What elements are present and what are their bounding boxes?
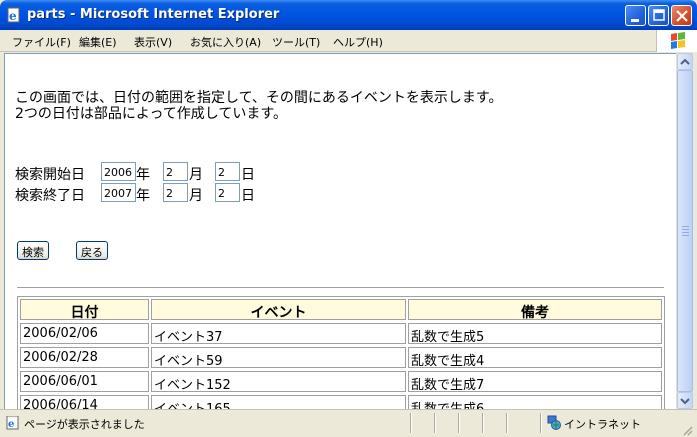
- cell-note: 乱数で生成6: [408, 395, 662, 409]
- header-event: イベント: [151, 299, 406, 320]
- intro-line-1: この画面では、日付の範囲を指定して、その間にあるイベントを表示します。: [15, 90, 503, 106]
- search-end-row: 検索終了日 2007 年 2 月 2 日: [15, 183, 275, 204]
- search-end-label: 検索終了日: [15, 188, 85, 204]
- table-row: 2006/06/14 イベント165 乱数で生成6: [18, 393, 664, 409]
- windows-flag-icon: [671, 32, 685, 49]
- maximize-button[interactable]: [648, 5, 669, 26]
- resize-grip-icon[interactable]: [681, 424, 693, 436]
- status-bar: e ページが表示されました イントラネット: [0, 409, 697, 437]
- table-row: 2006/06/01 イベント152 乱数で生成7: [18, 369, 664, 393]
- end-year-unit: 年: [136, 188, 150, 204]
- cell-event: イベント37: [151, 323, 406, 344]
- svg-text:e: e: [8, 419, 14, 430]
- menu-tools[interactable]: ツール(T): [272, 34, 320, 50]
- end-day-unit: 日: [241, 188, 255, 204]
- end-day-input[interactable]: 2: [215, 183, 240, 202]
- table-row: 2006/02/06 イベント37 乱数で生成5: [18, 321, 664, 345]
- arrow-down-icon: [680, 398, 690, 405]
- cell-note: 乱数で生成5: [408, 323, 662, 344]
- page-done-icon: e: [6, 416, 19, 430]
- start-year-input[interactable]: 2006: [101, 162, 136, 181]
- start-day-input[interactable]: 2: [215, 162, 240, 181]
- menu-favorites[interactable]: お気に入り(A): [190, 34, 261, 50]
- vertical-scrollbar[interactable]: [676, 53, 693, 409]
- svg-text:e: e: [9, 9, 17, 23]
- search-start-row: 検索開始日 2006 年 2 月 2 日: [15, 162, 275, 183]
- menu-file[interactable]: ファイル(F): [12, 34, 71, 50]
- end-year-input[interactable]: 2007: [101, 183, 136, 202]
- cell-event: イベント165: [151, 395, 406, 409]
- scroll-down-button[interactable]: [677, 392, 693, 409]
- minimize-icon: [631, 19, 639, 22]
- zone-text: イントラネット: [564, 418, 641, 431]
- status-text: ページが表示されました: [24, 418, 145, 431]
- close-icon: [676, 10, 688, 22]
- maximize-icon: [653, 9, 665, 21]
- menu-bar: ファイル(F) 編集(E) 表示(V) お気に入り(A) ツール(T) ヘルプ(…: [0, 30, 697, 52]
- menu-edit[interactable]: 編集(E): [79, 34, 117, 50]
- start-month-input[interactable]: 2: [163, 162, 188, 181]
- cell-note: 乱数で生成7: [408, 371, 662, 392]
- header-note: 備考: [408, 299, 662, 320]
- start-day-unit: 日: [241, 167, 255, 183]
- cell-event: イベント152: [151, 371, 406, 392]
- title-bar[interactable]: e parts - Microsoft Internet Explorer: [0, 0, 697, 30]
- search-button[interactable]: 検索: [17, 241, 49, 260]
- divider: [17, 287, 664, 289]
- start-year-unit: 年: [136, 167, 150, 183]
- start-month-unit: 月: [189, 167, 203, 183]
- intranet-zone-icon: [547, 415, 561, 430]
- back-button[interactable]: 戻る: [76, 241, 108, 260]
- close-button[interactable]: [671, 5, 692, 26]
- minimize-button[interactable]: [625, 5, 646, 26]
- table-header-row: 日付 イベント 備考: [18, 297, 664, 321]
- menu-help[interactable]: ヘルプ(H): [333, 34, 383, 50]
- menu-view[interactable]: 表示(V): [134, 34, 172, 50]
- scroll-up-button[interactable]: [677, 53, 693, 70]
- cell-date: 2006/02/06: [20, 323, 149, 344]
- intro-text: この画面では、日付の範囲を指定して、その間にあるイベントを表示します。 2つの日…: [15, 90, 502, 122]
- cell-event: イベント59: [151, 347, 406, 368]
- end-month-input[interactable]: 2: [163, 183, 188, 202]
- header-date: 日付: [20, 299, 149, 320]
- window-title: parts - Microsoft Internet Explorer: [27, 7, 280, 22]
- table-row: 2006/02/28 イベント59 乱数で生成4: [18, 345, 664, 369]
- search-start-label: 検索開始日: [15, 167, 85, 183]
- arrow-up-icon: [680, 58, 690, 65]
- cell-note: 乱数で生成4: [408, 347, 662, 368]
- cell-date: 2006/06/01: [20, 371, 149, 392]
- end-month-unit: 月: [189, 188, 203, 204]
- intro-line-2: 2つの日付は部品によって作成しています。: [15, 106, 287, 122]
- ie-page-icon: e: [7, 7, 20, 23]
- cell-date: 2006/06/14: [20, 395, 149, 409]
- event-table: 日付 イベント 備考 2006/02/06 イベント37 乱数で生成5 2006…: [17, 296, 665, 409]
- scroll-thumb[interactable]: [677, 70, 693, 392]
- cell-date: 2006/02/28: [20, 347, 149, 368]
- windows-logo: [656, 30, 697, 52]
- page-content: この画面では、日付の範囲を指定して、その間にあるイベントを表示します。 2つの日…: [4, 53, 676, 409]
